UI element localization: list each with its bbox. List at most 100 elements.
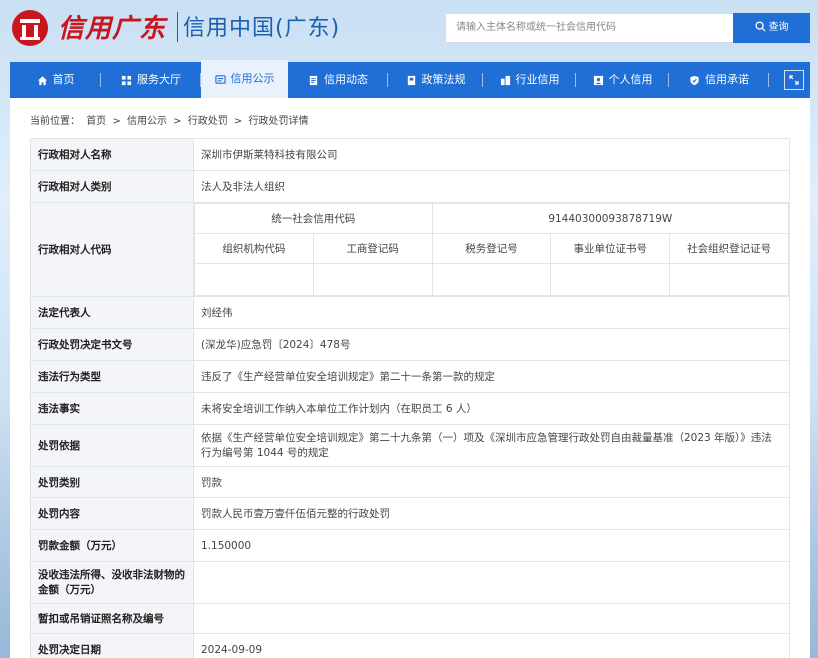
nav-label-policy: 政策法规 <box>421 73 466 86</box>
doc-no-value: (深龙华)应急罚〔2024〕478号 <box>193 328 790 361</box>
violation-fact-label: 违法事实 <box>30 392 194 425</box>
code-subtable: 统一社会信用代码 91440300093878719W 组织机构代码 工商登记码… <box>194 203 790 296</box>
table-row: 处罚内容 罚款人民币壹万壹仟伍佰元整的行政处罚 <box>30 497 790 530</box>
nav-label-industry-credit: 行业信用 <box>515 73 560 86</box>
expand-icon <box>783 70 804 90</box>
nav-item-service-hall[interactable]: 服务大厅 <box>101 62 201 98</box>
table-row: 处罚决定日期 2024-09-09 <box>30 633 790 658</box>
news-icon <box>308 75 319 86</box>
logo-emblem-icon <box>12 10 48 46</box>
person-icon <box>593 75 604 86</box>
violation-type-value: 违反了《生产经营单位安全培训规定》第二十一条第一款的规定 <box>193 360 790 393</box>
code-value <box>550 263 671 296</box>
breadcrumb-credit-publicity[interactable]: 信用公示 <box>127 116 167 127</box>
content-panel: 当前位置： 首页 > 信用公示 > 行政处罚 > 行政处罚详情 行政相对人名称 … <box>10 98 810 658</box>
violation-fact-value: 未将安全培训工作纳入本单位工作计划内（在职员工 6 人） <box>193 392 790 425</box>
table-row: 违法事实 未将安全培训工作纳入本单位工作计划内（在职员工 6 人） <box>30 392 790 425</box>
search-button[interactable]: 查询 <box>733 13 810 43</box>
search-icon <box>754 21 766 32</box>
category-label: 行政相对人类别 <box>30 170 194 203</box>
breadcrumb-current: 行政处罚详情 <box>248 116 309 127</box>
nav-item-personal-credit[interactable]: 个人信用 <box>576 62 669 98</box>
table-row: 法定代表人 刘经伟 <box>30 296 790 329</box>
shield-icon <box>689 75 700 86</box>
breadcrumb-admin-penalty[interactable]: 行政处罚 <box>188 116 228 127</box>
basis-label: 处罚依据 <box>30 424 194 467</box>
code-value <box>312 263 433 296</box>
penalty-content-value: 罚款人民币壹万壹仟伍佰元整的行政处罚 <box>193 497 790 530</box>
breadcrumb-separator: > <box>173 116 182 127</box>
nav-item-home[interactable]: 首页 <box>10 62 101 98</box>
table-row: 组织机构代码 工商登记码 税务登记号 事业单位证书号 社会组织登记证号 <box>194 233 789 264</box>
table-row: 处罚类别 罚款 <box>30 466 790 498</box>
decision-date-label: 处罚决定日期 <box>30 633 194 658</box>
nav-item-credit-news[interactable]: 信用动态 <box>288 62 388 98</box>
legal-rep-value: 刘经伟 <box>193 296 790 329</box>
table-row: 处罚依据 依据《生产经营单位安全培训规定》第二十九条第（一）项及《深圳市应急管理… <box>30 424 790 467</box>
breadcrumb-home[interactable]: 首页 <box>86 116 106 127</box>
nav-label-credit-publicity: 信用公示 <box>230 72 275 85</box>
uscc-label: 统一社会信用代码 <box>194 203 433 234</box>
table-row: 暂扣或吊销证照名称及编号 <box>30 603 790 634</box>
nav-item-industry-credit[interactable]: 行业信用 <box>483 62 576 98</box>
penalty-type-value: 罚款 <box>193 466 790 498</box>
search-button-label: 查询 <box>768 22 789 33</box>
code-value <box>669 263 789 296</box>
legal-rep-label: 法定代表人 <box>30 296 194 329</box>
decision-date-value: 2024-09-09 <box>193 633 790 658</box>
amount-value: 1.150000 <box>193 529 790 562</box>
breadcrumb-separator: > <box>233 116 243 127</box>
table-row: 行政处罚决定书文号 (深龙华)应急罚〔2024〕478号 <box>30 328 790 361</box>
doc-no-label: 行政处罚决定书文号 <box>30 328 194 361</box>
table-row: 行政相对人代码 统一社会信用代码 91440300093878719W 组织机构… <box>30 202 790 297</box>
table-row: 行政相对人名称 深圳市伊斯莱特科技有限公司 <box>30 138 790 171</box>
nav-item-credit-publicity[interactable]: 信用公示 <box>201 60 288 98</box>
license-label: 暂扣或吊销证照名称及编号 <box>30 603 194 634</box>
grid-icon <box>121 75 132 86</box>
logo-title: 信用中国(广东) <box>183 16 341 41</box>
code-header: 事业单位证书号 <box>550 233 671 264</box>
table-row: 行政相对人类别 法人及非法人组织 <box>30 170 790 203</box>
amount-label: 罚款金额（万元） <box>30 529 194 562</box>
nav-label-personal-credit: 个人信用 <box>608 73 653 86</box>
main-nav: 首页 服务大厅 信用公示 信用动态 政策法规 行业信用 个人信用 信用承诺 <box>10 60 810 98</box>
table-row: 没收违法所得、没收非法财物的金额（万元） <box>30 561 790 604</box>
violation-type-label: 违法行为类型 <box>30 360 194 393</box>
penalty-type-label: 处罚类别 <box>30 466 194 498</box>
category-value: 法人及非法人组织 <box>193 170 790 203</box>
license-value <box>193 603 790 634</box>
breadcrumb-separator: > <box>112 116 121 127</box>
code-value <box>194 263 314 296</box>
nav-label-service-hall: 服务大厅 <box>137 73 181 86</box>
search-input[interactable]: 请输入主体名称或统一社会信用代码 <box>445 13 733 43</box>
penalty-content-label: 处罚内容 <box>30 497 194 530</box>
uscc-value: 91440300093878719W <box>431 203 790 234</box>
code-value <box>431 263 552 296</box>
book-icon <box>406 75 417 86</box>
confiscation-label: 没收违法所得、没收非法财物的金额（万元） <box>30 561 194 604</box>
name-value: 深圳市伊斯莱特科技有限公司 <box>193 138 790 171</box>
publicity-icon <box>214 74 226 85</box>
nav-label-credit-commitment: 信用承诺 <box>705 73 749 86</box>
code-header: 税务登记号 <box>431 233 552 264</box>
table-row: 罚款金额（万元） 1.150000 <box>30 529 790 562</box>
nav-label-credit-news: 信用动态 <box>324 73 368 86</box>
nav-item-policy[interactable]: 政策法规 <box>388 62 483 98</box>
nav-label-home: 首页 <box>52 73 75 86</box>
confiscation-value <box>193 561 790 604</box>
home-icon <box>37 75 48 86</box>
nav-item-credit-commitment[interactable]: 信用承诺 <box>669 62 769 98</box>
table-row <box>194 263 789 296</box>
breadcrumb-prefix: 当前位置： <box>30 116 80 127</box>
code-header: 工商登记码 <box>312 233 433 264</box>
table-row: 违法行为类型 违反了《生产经营单位安全培训规定》第二十一条第一款的规定 <box>30 360 790 393</box>
code-header: 组织机构代码 <box>194 233 314 264</box>
table-row: 统一社会信用代码 91440300093878719W <box>194 203 790 234</box>
site-header: 信用广东 信用中国(广东) 请输入主体名称或统一社会信用代码 查询 <box>0 0 818 56</box>
penalty-detail-table: 行政相对人名称 深圳市伊斯莱特科技有限公司 行政相对人类别 法人及非法人组织 行… <box>30 138 790 658</box>
code-subtable-cell: 统一社会信用代码 91440300093878719W 组织机构代码 工商登记码… <box>193 202 790 297</box>
code-header: 社会组织登记证号 <box>669 233 789 264</box>
basis-value: 依据《生产经营单位安全培训规定》第二十九条第（一）项及《深圳市应急管理行政处罚自… <box>193 424 790 467</box>
nav-expand-button[interactable] <box>769 62 810 98</box>
breadcrumb: 当前位置： 首页 > 信用公示 > 行政处罚 > 行政处罚详情 <box>30 112 311 127</box>
